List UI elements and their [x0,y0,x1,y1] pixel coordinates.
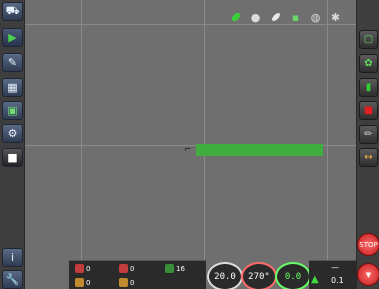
status-value: 16 [176,264,185,273]
status-cell: 0 [75,262,90,275]
status-cell: 0 [75,276,90,289]
status-cell: 16 [165,262,185,275]
wrench-icon[interactable]: ✎ [2,53,23,72]
dot-icon[interactable]: ● [248,10,263,25]
stop-label: STOP [359,240,378,249]
map-icon[interactable]: ▦ [2,78,23,97]
status-cell: 0 [119,262,134,275]
flag-icon[interactable]: ▪ [288,10,303,25]
guidance-line [196,144,323,156]
red-square-icon[interactable]: ■ [359,101,378,120]
fuel-icon [75,278,84,287]
map-view[interactable]: ● ▪ ◍ ✱ ⌐ ⛟ ▶ ✎ ▦ ▣ ⚙ ■ i 🔧 ▢ ✿ ▮ ■ ✏ ↔ … [0,0,379,289]
settings-wrench-icon[interactable]: 🔧 [2,270,23,289]
down-arrow-button[interactable]: ▼ [357,263,379,286]
status-value: 0 [130,278,135,287]
square-icon[interactable]: ■ [2,148,23,167]
tractor-icon[interactable]: ⛟ [2,2,23,21]
grid-line-v2 [204,0,205,260]
gear-icon[interactable]: ✱ [328,10,343,25]
status-value: 0 [86,278,91,287]
page-icon[interactable]: ▢ [359,30,378,49]
engine-icon [119,264,128,273]
feather-icon[interactable] [268,10,283,25]
fuel-icon [119,278,128,287]
status-value: 0 [86,264,91,273]
layer-icon[interactable]: ▮ [359,78,378,97]
panel-value: 0.1 [331,276,344,285]
implement-icon[interactable]: ⚙ [2,124,23,143]
stop-button[interactable]: STOP [357,233,379,256]
left-toolbar: ⛟ ▶ ✎ ▦ ▣ ⚙ ■ i 🔧 [0,0,25,289]
offset-gauge: 0.0 [275,262,311,289]
cross-icon [165,264,174,273]
speed-gauge: 20.0 [207,262,243,289]
arrows-icon[interactable]: ↔ [359,148,378,167]
status-bar: 0 0 16 0 0 [69,260,206,289]
leaf-icon[interactable] [228,10,243,25]
grid-line-v1 [81,0,82,260]
grid-line-v3 [327,0,328,260]
plant-icon[interactable]: ✿ [359,54,378,73]
status-value: 0 [130,264,135,273]
top-icon-bar: ● ▪ ◍ ✱ [228,9,343,25]
status-cell: 0 [119,276,134,289]
pen-icon[interactable]: ✏ [359,125,378,144]
speed-panel: — ▲ 0.1 [309,260,356,289]
info-icon[interactable]: i [2,248,23,267]
field-icon[interactable]: ▣ [2,101,23,120]
arrow-icon[interactable]: ▶ [2,28,23,47]
engine-icon [75,264,84,273]
circle-icon[interactable]: ◍ [308,10,323,25]
vehicle-marker-icon: ⌐ [184,145,192,155]
heading-gauge: 270° [241,262,277,289]
panel-top-value: — [331,263,339,272]
triangle-icon: ▲ [311,274,319,285]
